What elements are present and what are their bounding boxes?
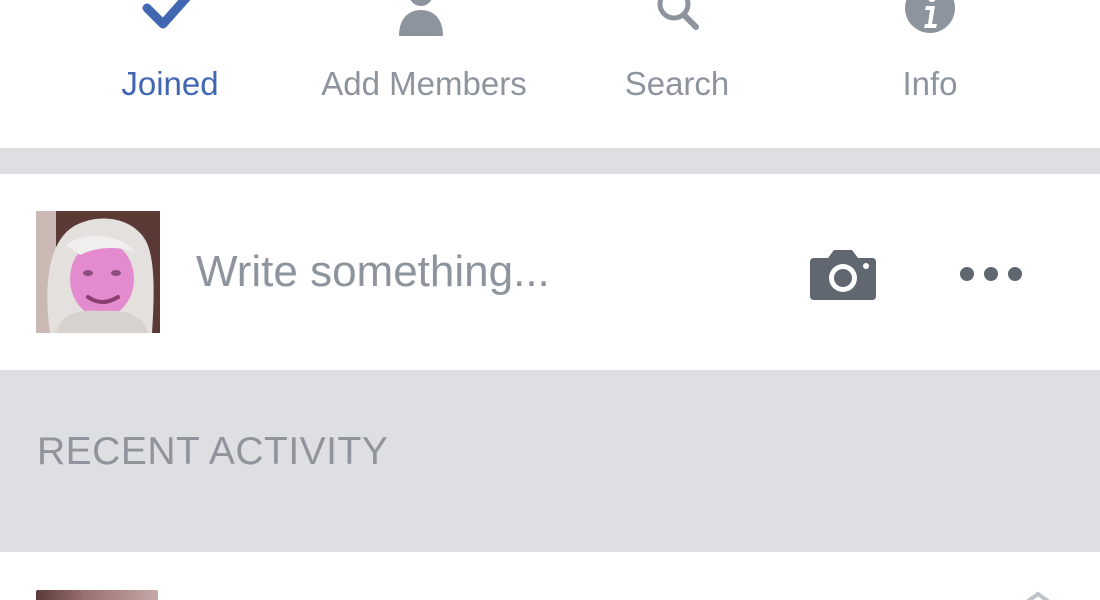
search-button[interactable]: Search <box>590 0 764 148</box>
feed-item[interactable] <box>0 552 1100 600</box>
info-icon <box>905 0 955 33</box>
write-something-input[interactable]: Write something... <box>196 244 550 300</box>
add-members-label: Add Members <box>321 65 527 102</box>
post-composer: Write something... <box>0 174 1100 370</box>
section-divider <box>0 148 1100 174</box>
section-title: RECENT ACTIVITY <box>37 430 389 473</box>
camera-icon <box>810 250 876 300</box>
info-button[interactable]: Info <box>840 0 1020 148</box>
search-label: Search <box>624 65 730 102</box>
check-icon <box>142 0 191 29</box>
info-label: Info <box>902 65 958 102</box>
joined-button[interactable]: Joined <box>60 0 280 148</box>
group-action-bar: Joined Add Members Search Info <box>0 0 1100 148</box>
joined-label: Joined <box>121 65 219 102</box>
group-page: Joined Add Members Search Info Write som… <box>0 0 1100 600</box>
more-options-button[interactable] <box>955 256 1027 292</box>
search-icon <box>657 0 699 30</box>
avatar[interactable] <box>36 211 160 333</box>
add-person-icon <box>399 0 443 36</box>
camera-button[interactable] <box>808 246 878 302</box>
feed-item-avatar[interactable] <box>36 590 158 600</box>
more-dots-icon <box>960 267 1022 281</box>
chevron-down-icon[interactable] <box>1018 590 1058 600</box>
add-members-button[interactable]: Add Members <box>290 0 558 148</box>
recent-activity-header: RECENT ACTIVITY <box>0 370 1100 552</box>
